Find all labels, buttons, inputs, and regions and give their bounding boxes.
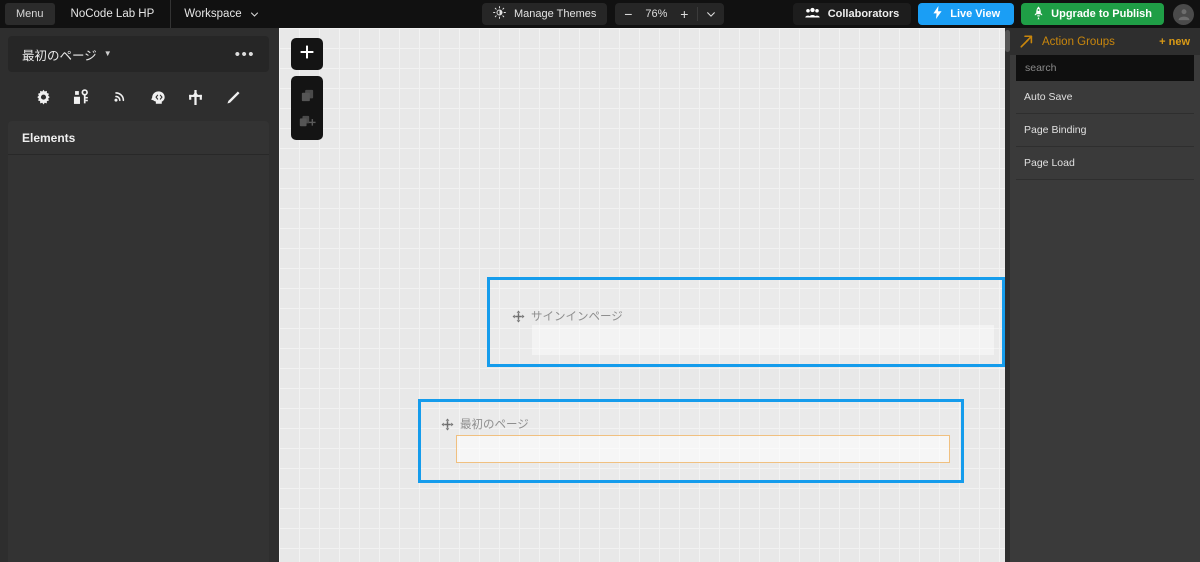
canvas-area: サインインページ 最初のページ <box>277 28 1010 562</box>
person-icon <box>1178 9 1189 21</box>
elements-panel-header: Elements <box>8 121 269 155</box>
first-page-inner-box[interactable] <box>456 435 950 463</box>
live-view-button[interactable]: Live View <box>918 3 1015 25</box>
copy-icon[interactable] <box>298 86 316 104</box>
canvas-clipboard-tools <box>291 76 323 140</box>
workspace-dropdown[interactable]: Workspace <box>171 0 271 28</box>
move-handle-icon[interactable] <box>512 310 525 323</box>
zoom-dropdown-button[interactable] <box>698 3 724 25</box>
action-groups-panel: Action Groups + new Auto Save Page Bindi… <box>1010 28 1200 562</box>
action-group-item-page-binding[interactable]: Page Binding <box>1016 114 1194 147</box>
zoom-in-label: + <box>680 6 689 22</box>
pen-line-icon[interactable] <box>225 88 243 106</box>
lightning-icon <box>932 6 943 22</box>
gear-icon[interactable] <box>35 88 53 106</box>
toolbar-right-group: Collaborators Live View Upgrade to Publi… <box>792 0 1200 28</box>
brand-title: NoCode Lab HP <box>55 0 171 28</box>
action-groups-icon <box>1018 34 1034 50</box>
manage-themes-label: Manage Themes <box>514 8 597 20</box>
design-canvas[interactable]: サインインページ 最初のページ <box>279 28 1005 562</box>
branch-icon[interactable] <box>187 88 205 106</box>
top-toolbar: Menu NoCode Lab HP Workspace Manage Them… <box>0 0 1200 28</box>
search-input[interactable] <box>1025 62 1185 74</box>
left-sidebar: 最初のページ ▼ ••• Elements <box>0 28 277 562</box>
collaborators-button[interactable]: Collaborators <box>792 3 912 25</box>
collaborators-label: Collaborators <box>827 8 900 20</box>
copy-add-icon[interactable] <box>298 112 316 130</box>
action-group-label: Auto Save <box>1024 91 1073 103</box>
workspace-label: Workspace <box>184 8 242 20</box>
signin-page-block-label-wrap: サインインページ <box>512 308 623 324</box>
upgrade-label: Upgrade to Publish <box>1051 8 1152 20</box>
move-handle-icon[interactable] <box>441 418 454 431</box>
elements-panel-title: Elements <box>22 130 76 145</box>
zoom-out-label: − <box>624 6 633 22</box>
broadcast-icon[interactable] <box>111 88 129 106</box>
action-group-label: Page Binding <box>1024 124 1087 136</box>
new-action-group-button[interactable]: + new <box>1159 36 1192 48</box>
app-root: Menu NoCode Lab HP Workspace Manage Them… <box>0 0 1200 562</box>
live-view-label: Live View <box>950 8 1001 20</box>
zoom-level-value: 76% <box>645 8 668 20</box>
brand-title-label: NoCode Lab HP <box>70 8 155 20</box>
signin-page-block[interactable]: サインインページ <box>487 277 1005 367</box>
signin-page-inner-box[interactable] <box>532 325 994 355</box>
elements-panel: Elements <box>8 121 269 562</box>
brightness-icon <box>493 6 506 22</box>
upgrade-to-publish-button[interactable]: Upgrade to Publish <box>1021 3 1164 25</box>
add-element-button[interactable] <box>291 38 323 70</box>
menu-button[interactable]: Menu <box>5 3 55 25</box>
zoom-in-button[interactable]: + <box>671 3 697 25</box>
signin-page-block-label: サインインページ <box>531 311 623 323</box>
chevron-down-icon <box>706 6 716 22</box>
page-selector-title: 最初のページ <box>22 48 97 63</box>
action-group-label: Page Load <box>1024 157 1075 169</box>
action-group-item-auto-save[interactable]: Auto Save <box>1016 81 1194 114</box>
user-key-icon[interactable] <box>73 88 91 106</box>
manage-themes-button[interactable]: Manage Themes <box>482 3 608 25</box>
action-groups-list: Auto Save Page Binding Page Load <box>1010 81 1200 180</box>
rocket-icon <box>1033 6 1044 23</box>
page-selector[interactable]: 最初のページ ▼ ••• <box>8 36 269 72</box>
action-groups-title: Action Groups <box>1042 35 1115 48</box>
avatar[interactable] <box>1173 3 1194 25</box>
people-icon <box>805 7 820 22</box>
toolbar-left-group: Menu NoCode Lab HP Workspace <box>0 0 272 28</box>
chevron-down-icon <box>250 10 259 19</box>
action-groups-header: Action Groups + new <box>1010 28 1200 55</box>
plus-icon <box>299 44 315 65</box>
zoom-control: − 76% + <box>615 3 725 25</box>
action-groups-search[interactable] <box>1016 55 1194 81</box>
chevron-down-icon: ▼ <box>103 49 112 58</box>
page-overflow-menu-button[interactable]: ••• <box>235 47 255 62</box>
sidebar-tool-row <box>0 80 277 114</box>
elements-panel-body[interactable] <box>8 155 269 562</box>
first-page-block[interactable]: 最初のページ <box>418 399 964 483</box>
menu-button-label: Menu <box>16 8 44 20</box>
toolbar-center-group: Manage Themes − 76% + <box>482 0 725 28</box>
first-page-block-label-wrap: 最初のページ <box>441 416 529 432</box>
ai-head-code-icon[interactable] <box>149 88 167 106</box>
zoom-out-button[interactable]: − <box>615 3 641 25</box>
first-page-block-label: 最初のページ <box>460 419 529 431</box>
action-group-item-page-load[interactable]: Page Load <box>1016 147 1194 180</box>
